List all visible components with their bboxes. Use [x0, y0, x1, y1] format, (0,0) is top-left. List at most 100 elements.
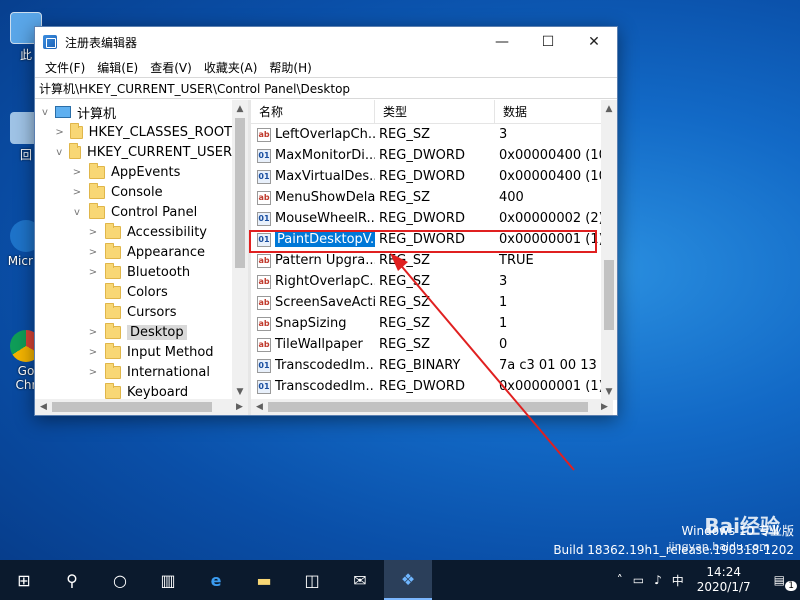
tree-item[interactable]: > Bluetooth — [35, 262, 232, 282]
values-vertical-scrollbar[interactable]: ▲ ▼ — [601, 100, 617, 400]
chevron-right-icon[interactable]: > — [71, 167, 83, 178]
task-view-button[interactable]: ▥ — [144, 560, 192, 600]
value-row[interactable]: 01 TranscodedIm... REG_BINARY 7a c3 01 00 1… — [251, 355, 617, 376]
value-row[interactable]: ab MenuShowDelay REG_SZ 400 — [251, 187, 617, 208]
title-bar[interactable]: 注册表编辑器 — ☐ ✕ — [35, 27, 617, 57]
value-name-cell: 01 MaxMonitorDi... — [251, 148, 375, 163]
value-type: REG_DWORD — [379, 379, 465, 394]
value-name-cell: ab ScreenSaveActi... — [251, 295, 375, 310]
value-data: 0x00000002 (2) — [499, 211, 604, 226]
menu-file[interactable]: 文件(F) — [39, 59, 91, 76]
cortana-button[interactable]: ○ — [96, 560, 144, 600]
chevron-right-icon[interactable]: > — [87, 347, 99, 358]
menu-view[interactable]: 查看(V) — [144, 59, 198, 76]
list-header: 名称 类型 数据 — [251, 100, 617, 124]
values-scroll-thumb[interactable] — [604, 260, 614, 330]
chevron-right-icon[interactable]: > — [87, 327, 99, 338]
taskbar-regedit[interactable]: ❖ — [384, 560, 432, 600]
value-data: 7a c3 01 00 13 d — [499, 358, 610, 373]
tree-scroll-thumb[interactable] — [235, 118, 245, 268]
menu-help[interactable]: 帮助(H) — [263, 59, 317, 76]
value-row[interactable]: 01 TranscodedIm... REG_DWORD 0x00000001 (1) — [251, 376, 617, 397]
scroll-right-icon[interactable]: ▶ — [231, 402, 248, 412]
chevron-right-icon[interactable]: > — [87, 247, 99, 258]
scroll-up-icon[interactable]: ▲ — [232, 100, 248, 117]
tree-item[interactable]: v Control Panel — [35, 202, 232, 222]
chevron-right-icon[interactable]: > — [87, 227, 99, 238]
search-button[interactable]: ⚲ — [48, 560, 96, 600]
value-row[interactable]: 01 MouseWheelR... REG_DWORD 0x00000002 (2) — [251, 208, 617, 229]
value-row[interactable]: ab SnapSizing REG_SZ 1 — [251, 313, 617, 334]
values-list: ab LeftOverlapCh... REG_SZ 3 01 MaxMonitorDi.… — [251, 124, 617, 397]
chevron-right-icon[interactable]: > — [87, 267, 99, 278]
taskbar-mail[interactable]: ✉ — [336, 560, 384, 600]
volume-icon[interactable]: ♪ — [649, 573, 667, 587]
values-scroll-left-icon[interactable]: ◀ — [251, 402, 268, 412]
tree-horizontal-scrollbar[interactable]: ◀ ▶ — [35, 399, 248, 415]
scroll-left-icon[interactable]: ◀ — [35, 402, 52, 412]
value-row[interactable]: 01 MaxMonitorDi... REG_DWORD 0x00000400 (10… — [251, 145, 617, 166]
value-row[interactable]: ab Pattern Upgra... REG_SZ TRUE — [251, 250, 617, 271]
minimize-button[interactable]: — — [479, 27, 525, 57]
menu-edit[interactable]: 编辑(E) — [91, 59, 144, 76]
clock[interactable]: 14:24 2020/1/7 — [689, 565, 759, 595]
value-name-cell: ab Pattern Upgra... — [251, 253, 375, 268]
system-tray: ˄ ▭ ♪ 中 14:24 2020/1/7 ▤ 1 — [612, 565, 800, 595]
taskbar-explorer[interactable]: ▬ — [240, 560, 288, 600]
maximize-button[interactable]: ☐ — [525, 27, 571, 57]
network-icon[interactable]: ▭ — [628, 573, 649, 587]
tree-item[interactable]: Colors — [35, 282, 232, 302]
value-data: 0x00000400 (102 — [499, 148, 616, 163]
tree-item[interactable]: > Console — [35, 182, 232, 202]
tree-item[interactable]: > Desktop — [35, 322, 232, 342]
value-row[interactable]: ab RightOverlapC... REG_SZ 3 — [251, 271, 617, 292]
values-horizontal-scrollbar[interactable]: ◀ ▶ — [251, 399, 613, 415]
column-header-type[interactable]: 类型 — [375, 100, 495, 124]
tree-item[interactable]: > Appearance — [35, 242, 232, 262]
start-button[interactable]: ⊞ — [0, 560, 48, 600]
chevron-right-icon[interactable]: > — [87, 367, 99, 378]
tree-vertical-scrollbar[interactable]: ▲ ▼ — [232, 100, 248, 400]
search-icon: ⚲ — [66, 570, 78, 590]
column-header-name[interactable]: 名称 — [251, 100, 375, 124]
string-value-icon: ab — [257, 295, 271, 310]
values-scroll-down-icon[interactable]: ▼ — [601, 383, 617, 400]
tree-item[interactable]: > International — [35, 362, 232, 382]
values-scroll-right-icon[interactable]: ▶ — [596, 402, 613, 412]
value-row[interactable]: 01 MaxVirtualDes... REG_DWORD 0x00000400 (1… — [251, 166, 617, 187]
chevron-right-icon[interactable]: > — [71, 187, 83, 198]
chevron-up-icon[interactable]: ˄ — [612, 573, 628, 587]
value-row[interactable]: 01 PaintDesktopV... REG_DWORD 0x00000001 (1… — [251, 229, 617, 250]
tree-item[interactable]: v 计算机 — [35, 102, 232, 122]
value-type: REG_SZ — [379, 295, 430, 310]
values-scroll-up-icon[interactable]: ▲ — [601, 100, 617, 117]
tree-hscroll-thumb[interactable] — [52, 402, 212, 412]
tree-item-label: Appearance — [127, 244, 206, 260]
value-row[interactable]: ab ScreenSaveActi... REG_SZ 1 — [251, 292, 617, 313]
binary-value-icon: 01 — [257, 148, 271, 163]
tree-item[interactable]: > HKEY_CLASSES_ROOT — [35, 122, 232, 142]
value-row[interactable]: ab TileWallpaper REG_SZ 0 — [251, 334, 617, 355]
values-hscroll-thumb[interactable] — [268, 402, 588, 412]
column-header-data[interactable]: 数据 — [495, 100, 617, 124]
tree-item[interactable]: Cursors — [35, 302, 232, 322]
taskbar-edge[interactable]: e — [192, 560, 240, 600]
value-name: ScreenSaveActi... — [275, 295, 375, 310]
notification-center-button[interactable]: ▤ 1 — [759, 573, 800, 591]
close-button[interactable]: ✕ — [571, 27, 617, 57]
chevron-down-icon[interactable]: v — [55, 147, 63, 158]
tree-item[interactable]: > AppEvents — [35, 162, 232, 182]
chevron-down-icon[interactable]: v — [71, 207, 83, 218]
tree-item[interactable]: v HKEY_CURRENT_USER — [35, 142, 232, 162]
ime-indicator[interactable]: 中 — [667, 572, 689, 589]
tree-item[interactable]: > Accessibility — [35, 222, 232, 242]
menu-favorites[interactable]: 收藏夹(A) — [198, 59, 264, 76]
taskbar-store[interactable]: ◫ — [288, 560, 336, 600]
value-row[interactable]: ab LeftOverlapCh... REG_SZ 3 — [251, 124, 617, 145]
address-bar[interactable]: 计算机\HKEY_CURRENT_USER\Control Panel\Desk… — [35, 77, 617, 99]
chevron-down-icon[interactable]: v — [39, 107, 51, 118]
scroll-down-icon[interactable]: ▼ — [232, 383, 248, 400]
tree-item[interactable]: > Input Method — [35, 342, 232, 362]
value-name-cell: 01 TranscodedIm... — [251, 358, 375, 373]
chevron-right-icon[interactable]: > — [55, 127, 64, 138]
